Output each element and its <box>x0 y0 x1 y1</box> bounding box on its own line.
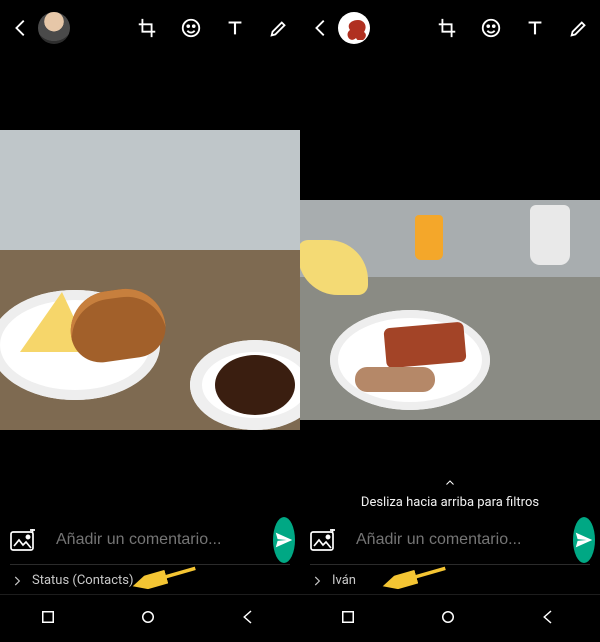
filter-hint: Desliza hacia arriba para filtros <box>300 477 600 510</box>
text-tool-icon[interactable] <box>224 17 246 39</box>
screenshot-left: Status (Contacts) <box>0 0 300 642</box>
screenshot-right: Desliza hacia arriba para filtros Iván <box>300 0 600 642</box>
send-button[interactable] <box>273 517 295 563</box>
recipient-row[interactable]: Iván <box>310 564 590 592</box>
nav-recent-icon[interactable] <box>339 608 361 630</box>
recipient-row[interactable]: Status (Contacts) <box>10 564 290 592</box>
text-tool-icon[interactable] <box>524 17 546 39</box>
annotation-arrow <box>370 558 460 596</box>
image-preview[interactable] <box>0 130 300 430</box>
editor-tools <box>136 17 290 39</box>
back-icon[interactable] <box>310 17 332 39</box>
back-icon[interactable] <box>10 17 32 39</box>
send-button[interactable] <box>573 517 595 563</box>
recipient-label: Status (Contacts) <box>32 573 134 588</box>
nav-back-icon[interactable] <box>539 608 561 630</box>
nav-back-icon[interactable] <box>239 608 261 630</box>
add-media-icon[interactable] <box>310 529 336 551</box>
android-nav-bar <box>0 594 300 642</box>
editor-tools <box>436 17 590 39</box>
chevron-right-icon <box>10 574 24 588</box>
nav-recent-icon[interactable] <box>39 608 61 630</box>
editor-bottom-bar: Status (Contacts) <box>0 516 300 594</box>
editor-top-bar <box>300 0 600 56</box>
caption-input[interactable] <box>56 531 263 549</box>
nav-home-icon[interactable] <box>139 608 161 630</box>
crop-rotate-icon[interactable] <box>136 17 158 39</box>
image-preview[interactable] <box>300 200 600 420</box>
draw-tool-icon[interactable] <box>568 17 590 39</box>
editor-bottom-bar: Iván <box>300 516 600 594</box>
draw-tool-icon[interactable] <box>268 17 290 39</box>
editor-top-bar <box>0 0 300 56</box>
contact-avatar[interactable] <box>338 12 370 44</box>
emoji-sticker-icon[interactable] <box>480 17 502 39</box>
contact-avatar[interactable] <box>38 12 70 44</box>
chevron-right-icon <box>310 574 324 588</box>
nav-home-icon[interactable] <box>439 608 461 630</box>
filter-hint-label: Desliza hacia arriba para filtros <box>361 495 539 510</box>
chevron-up-icon <box>300 477 600 493</box>
recipient-label: Iván <box>332 573 356 588</box>
android-nav-bar <box>300 594 600 642</box>
crop-rotate-icon[interactable] <box>436 17 458 39</box>
add-media-icon[interactable] <box>10 529 36 551</box>
caption-input[interactable] <box>356 531 563 549</box>
emoji-sticker-icon[interactable] <box>180 17 202 39</box>
